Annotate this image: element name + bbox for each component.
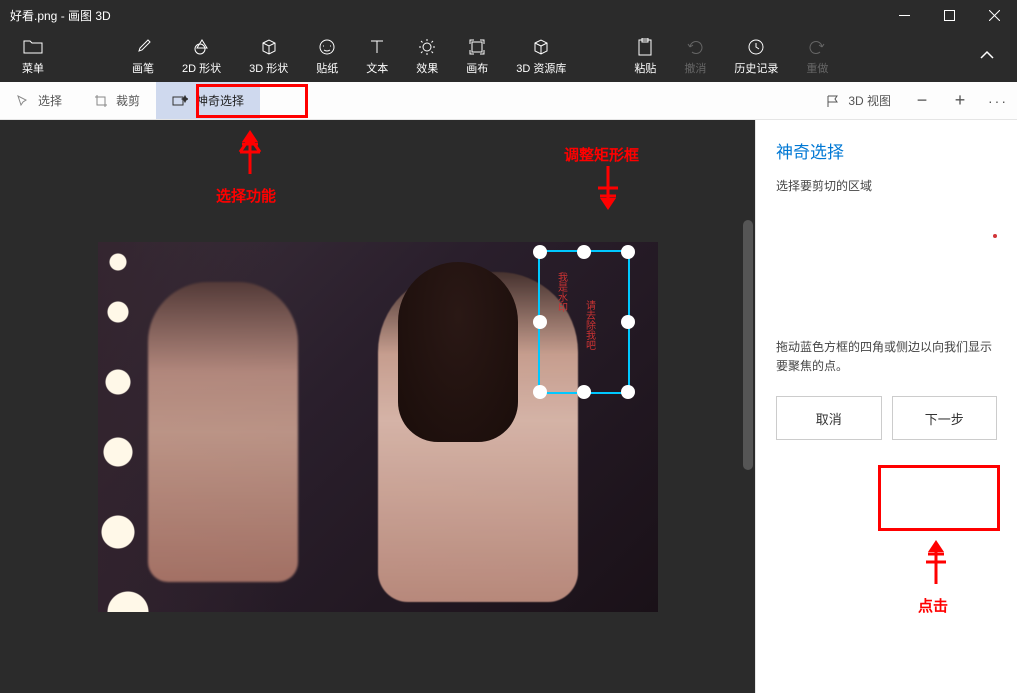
panel-title: 神奇选择 — [776, 138, 997, 163]
sticker-icon — [318, 36, 336, 58]
scrollbar-thumb[interactable] — [743, 220, 753, 470]
magic-label: 神奇选择 — [196, 92, 244, 109]
effect-label: 效果 — [416, 60, 438, 76]
brush-icon — [134, 36, 152, 58]
zoom-in-button[interactable]: + — [941, 82, 979, 119]
shape2d-icon — [193, 36, 211, 58]
photo-figure-reflection — [148, 282, 298, 582]
handle-bottom-left[interactable] — [533, 385, 547, 399]
magic-icon — [172, 94, 188, 108]
cursor-icon — [16, 94, 30, 108]
ribbon: 菜单 画笔 2D 形状 3D 形状 贴纸 文本 效果 画布 3D 资源库 粘贴 … — [0, 30, 1017, 82]
folder-icon — [23, 36, 43, 58]
magic-select-tool[interactable]: 神奇选择 — [156, 82, 260, 119]
canvas-image[interactable]: 我是水印 请去除我吧 — [98, 242, 658, 612]
close-button[interactable] — [972, 0, 1017, 30]
main-area: 我是水印 请去除我吧 神奇选择 选择要剪切的区域 拖动蓝色方框的四角或侧边以向我… — [0, 120, 1017, 693]
maximize-button[interactable] — [927, 0, 972, 30]
redo-button[interactable]: 重做 — [792, 30, 842, 82]
history-button[interactable]: 历史记录 — [720, 30, 792, 82]
handle-mid-bottom[interactable] — [577, 385, 591, 399]
handle-top-right[interactable] — [621, 245, 635, 259]
library-label: 3D 资源库 — [516, 60, 566, 76]
vertical-scrollbar[interactable] — [741, 120, 755, 693]
effect-button[interactable]: 效果 — [402, 30, 452, 82]
more-button[interactable]: ··· — [979, 82, 1017, 119]
paste-button[interactable]: 粘贴 — [620, 30, 670, 82]
shape3d-button[interactable]: 3D 形状 — [235, 30, 302, 82]
library-icon — [532, 36, 550, 58]
sticker-button[interactable]: 贴纸 — [302, 30, 352, 82]
minimize-button[interactable] — [882, 0, 927, 30]
side-panel: 神奇选择 选择要剪切的区域 拖动蓝色方框的四角或侧边以向我们显示要聚焦的点。 取… — [755, 120, 1017, 693]
cancel-button[interactable]: 取消 — [776, 396, 882, 440]
shape2d-button[interactable]: 2D 形状 — [168, 30, 235, 82]
shape3d-icon — [260, 36, 278, 58]
crop-tool[interactable]: 裁剪 — [78, 82, 156, 119]
next-button[interactable]: 下一步 — [892, 396, 998, 440]
history-icon — [747, 36, 765, 58]
view3d-toggle[interactable]: 3D 视图 — [814, 92, 903, 109]
handle-mid-left[interactable] — [533, 315, 547, 329]
window-title: 好看.png - 画图 3D — [10, 7, 111, 24]
zoom-out-button[interactable]: − — [903, 82, 941, 119]
red-dot-indicator — [993, 234, 997, 238]
view3d-label: 3D 视图 — [848, 92, 891, 109]
collapse-chevron[interactable] — [965, 47, 1009, 65]
menu-label: 菜单 — [22, 60, 44, 76]
redo-label: 重做 — [806, 60, 828, 76]
undo-icon — [686, 36, 704, 58]
library-button[interactable]: 3D 资源库 — [502, 30, 580, 82]
titlebar: 好看.png - 画图 3D — [0, 0, 1017, 30]
handle-bottom-right[interactable] — [621, 385, 635, 399]
canvas-icon — [468, 36, 486, 58]
handle-mid-top[interactable] — [577, 245, 591, 259]
select-tool[interactable]: 选择 — [0, 82, 78, 119]
crop-icon — [94, 94, 108, 108]
watermark-text-1: 我是水印 — [552, 272, 570, 312]
sticker-label: 贴纸 — [316, 60, 338, 76]
magic-selection-box[interactable]: 我是水印 请去除我吧 — [538, 250, 630, 394]
handle-top-left[interactable] — [533, 245, 547, 259]
panel-subtitle: 选择要剪切的区域 — [776, 177, 997, 194]
panel-hint: 拖动蓝色方框的四角或侧边以向我们显示要聚焦的点。 — [776, 338, 997, 376]
effect-icon — [418, 36, 436, 58]
paste-label: 粘贴 — [634, 60, 656, 76]
handle-mid-right[interactable] — [621, 315, 635, 329]
crop-label: 裁剪 — [116, 92, 140, 109]
canvas-button[interactable]: 画布 — [452, 30, 502, 82]
undo-label: 撤消 — [684, 60, 706, 76]
redo-icon — [808, 36, 826, 58]
select-label: 选择 — [38, 92, 62, 109]
canvas-label: 画布 — [466, 60, 488, 76]
shape3d-label: 3D 形状 — [249, 60, 288, 76]
menu-button[interactable]: 菜单 — [8, 30, 58, 82]
text-label: 文本 — [366, 60, 388, 76]
brush-label: 画笔 — [132, 60, 154, 76]
text-button[interactable]: 文本 — [352, 30, 402, 82]
brush-button[interactable]: 画笔 — [118, 30, 168, 82]
flag-icon — [826, 94, 840, 108]
paste-icon — [637, 36, 653, 58]
sub-toolbar: 选择 裁剪 神奇选择 3D 视图 − + ··· — [0, 82, 1017, 120]
canvas-area[interactable]: 我是水印 请去除我吧 — [0, 120, 755, 693]
text-icon — [368, 36, 386, 58]
watermark-text-2: 请去除我吧 — [580, 300, 598, 350]
undo-button[interactable]: 撤消 — [670, 30, 720, 82]
shape2d-label: 2D 形状 — [182, 60, 221, 76]
photo-hair — [398, 262, 518, 442]
history-label: 历史记录 — [734, 60, 778, 76]
